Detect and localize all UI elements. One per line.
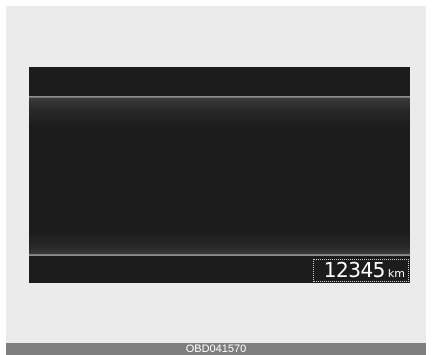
odometer-unit: km xyxy=(387,267,405,280)
cluster-display: 12345 km xyxy=(29,67,410,283)
odometer-value: 12345 xyxy=(323,258,386,282)
display-top-band xyxy=(29,96,410,126)
figure-caption: OBD041570 xyxy=(6,343,426,355)
odometer-readout: 12345 km xyxy=(313,259,409,282)
display-bottom-band xyxy=(29,233,410,256)
